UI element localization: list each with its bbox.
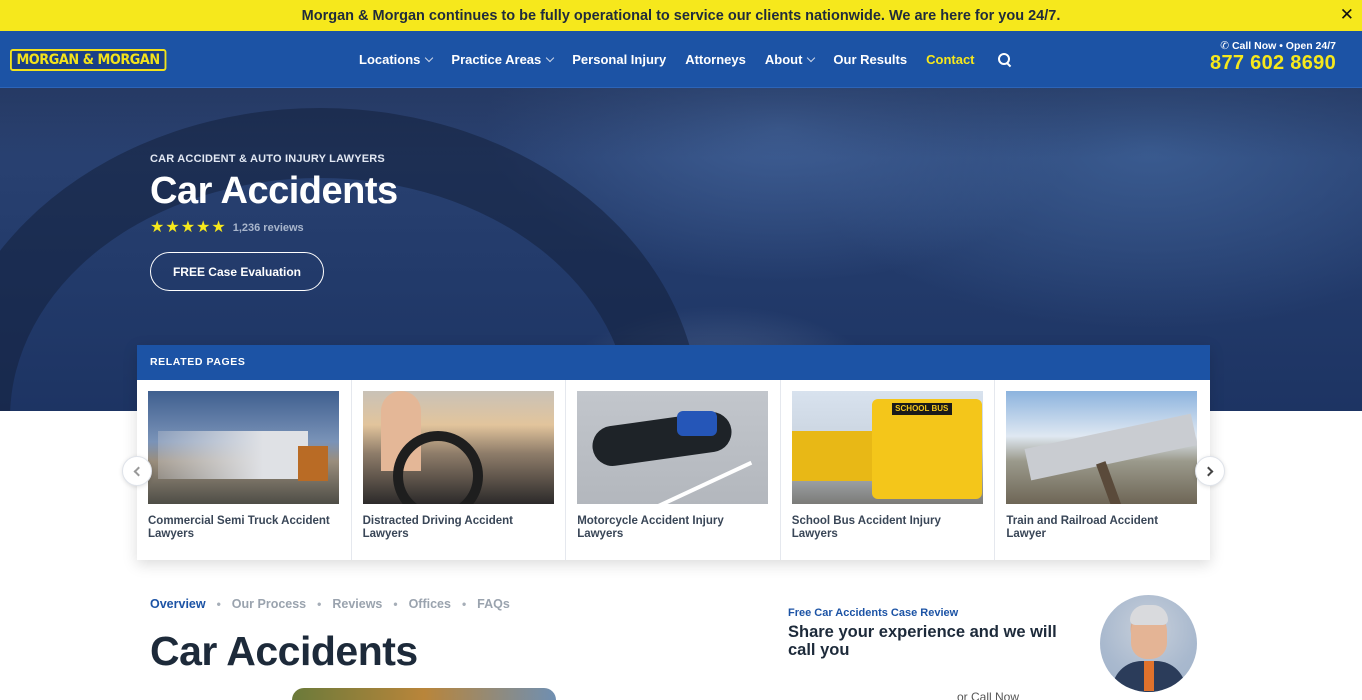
chevron-down-icon — [425, 53, 434, 63]
card-image — [362, 391, 554, 504]
hero-eyebrow: CAR ACCIDENT & AUTO INJURY LAWYERS — [150, 153, 385, 165]
separator-dot: • — [317, 597, 322, 611]
chevron-left-icon — [133, 466, 144, 476]
announcement-bar: Morgan & Morgan continues to be fully op… — [0, 0, 1362, 31]
logo[interactable]: MORGAN & MORGAN — [10, 49, 167, 71]
separator-dot: • — [461, 597, 467, 611]
menu-item-label: Practice Areas — [451, 52, 542, 67]
related-pages-heading: RELATED PAGES — [137, 345, 1210, 380]
call-now-line: ✆ Call Now • Open 24/7 — [1210, 40, 1336, 52]
menu-item-locations[interactable]: Locations — [359, 52, 434, 67]
related-card-school-bus[interactable]: SCHOOL BUS School Bus Accident Injury La… — [781, 380, 996, 560]
tab-offices[interactable]: Offices — [409, 597, 451, 611]
separator-dot: • — [216, 597, 221, 611]
hero-title: Car Accidents — [150, 170, 398, 212]
card-title: School Bus Accident Injury Lawyers — [791, 515, 941, 540]
menu-item-contact[interactable]: Contact — [926, 52, 974, 67]
menu-item-label: Locations — [359, 52, 421, 67]
call-now-text: Call Now • Open 24/7 — [1231, 40, 1336, 52]
menu-item-practice-areas[interactable]: Practice Areas — [451, 52, 555, 67]
star-icon: ★ — [211, 219, 226, 236]
card-title: Distracted Driving Accident Lawyers — [362, 515, 513, 540]
announcement-text: Morgan & Morgan continues to be fully op… — [301, 7, 1061, 24]
bus-sign: SCHOOL BUS — [891, 403, 952, 415]
related-card-train[interactable]: Train and Railroad Accident Lawyer — [995, 380, 1210, 560]
menu-item-about[interactable]: About — [764, 52, 816, 67]
menu-item-label: Contact — [926, 52, 975, 67]
card-image — [577, 391, 769, 504]
menu-item-label: About — [764, 52, 803, 67]
call-box: ✆ Call Now • Open 24/7 877 602 8690 — [1210, 40, 1336, 75]
attorney-avatar — [1100, 595, 1197, 692]
menu: Locations Practice Areas Personal Injury… — [359, 31, 1012, 88]
related-card-semi-truck[interactable]: Commercial Semi Truck Accident Lawyers — [137, 380, 352, 560]
chevron-right-icon — [1203, 466, 1214, 476]
carousel-prev-button[interactable] — [122, 456, 152, 486]
star-icon: ★ — [180, 219, 196, 236]
tab-faqs[interactable]: FAQs — [477, 597, 510, 611]
related-pages-carousel: RELATED PAGES Commercial Semi Truck Acci… — [137, 345, 1210, 560]
menu-item-label: Our Results — [833, 52, 908, 67]
chevron-down-icon — [546, 53, 555, 63]
card-title: Commercial Semi Truck Accident Lawyers — [148, 515, 330, 540]
tab-overview[interactable]: Overview — [150, 597, 206, 611]
related-cards: Commercial Semi Truck Accident Lawyers D… — [137, 380, 1210, 560]
card-image: SCHOOL BUS — [791, 391, 983, 504]
card-title: Motorcycle Accident Injury Lawyers — [577, 515, 724, 540]
menu-item-personal-injury[interactable]: Personal Injury — [572, 52, 666, 67]
case-review-label: Free Car Accidents Case Review — [788, 607, 959, 619]
rating: ★ ★ ★ ★ ★ 1,236 reviews — [150, 220, 304, 236]
related-card-distracted-driving[interactable]: Distracted Driving Accident Lawyers — [352, 380, 567, 560]
menu-item-label: Attorneys — [685, 52, 746, 67]
chevron-down-icon — [807, 53, 816, 63]
card-image — [148, 391, 339, 504]
free-case-evaluation-button[interactable]: FREE Case Evaluation — [150, 252, 324, 291]
phone-number[interactable]: 877 602 8690 — [1210, 52, 1336, 75]
carousel-next-button[interactable] — [1195, 456, 1225, 486]
star-icon: ★ — [165, 219, 180, 236]
or-call-now-text: or Call Now — [957, 690, 1020, 700]
menu-item-attorneys[interactable]: Attorneys — [685, 52, 746, 67]
reviews-count[interactable]: 1,236 reviews — [233, 222, 304, 234]
case-review-heading: Share your experience and we will call y… — [788, 623, 1057, 659]
article-image — [292, 688, 556, 700]
separator-dot: • — [393, 597, 398, 611]
phone-icon: ✆ — [1220, 40, 1232, 52]
tab-reviews[interactable]: Reviews — [332, 597, 382, 611]
card-image — [1006, 391, 1198, 504]
related-card-motorcycle[interactable]: Motorcycle Accident Injury Lawyers — [566, 380, 781, 560]
section-tabs: Overview • Our Process • Reviews • Offic… — [150, 597, 510, 611]
search-icon[interactable] — [997, 52, 1012, 67]
page-title: Car Accidents — [150, 628, 418, 674]
menu-item-label: Personal Injury — [572, 52, 667, 67]
card-title: Train and Railroad Accident Lawyer — [1006, 515, 1159, 540]
star-icon: ★ — [150, 219, 165, 236]
main-navigation: MORGAN & MORGAN Locations Practice Areas… — [0, 31, 1362, 88]
close-icon[interactable]: ✕ — [1340, 5, 1354, 25]
star-icon: ★ — [196, 219, 211, 236]
menu-item-our-results[interactable]: Our Results — [833, 52, 907, 67]
tab-our-process[interactable]: Our Process — [232, 597, 306, 611]
